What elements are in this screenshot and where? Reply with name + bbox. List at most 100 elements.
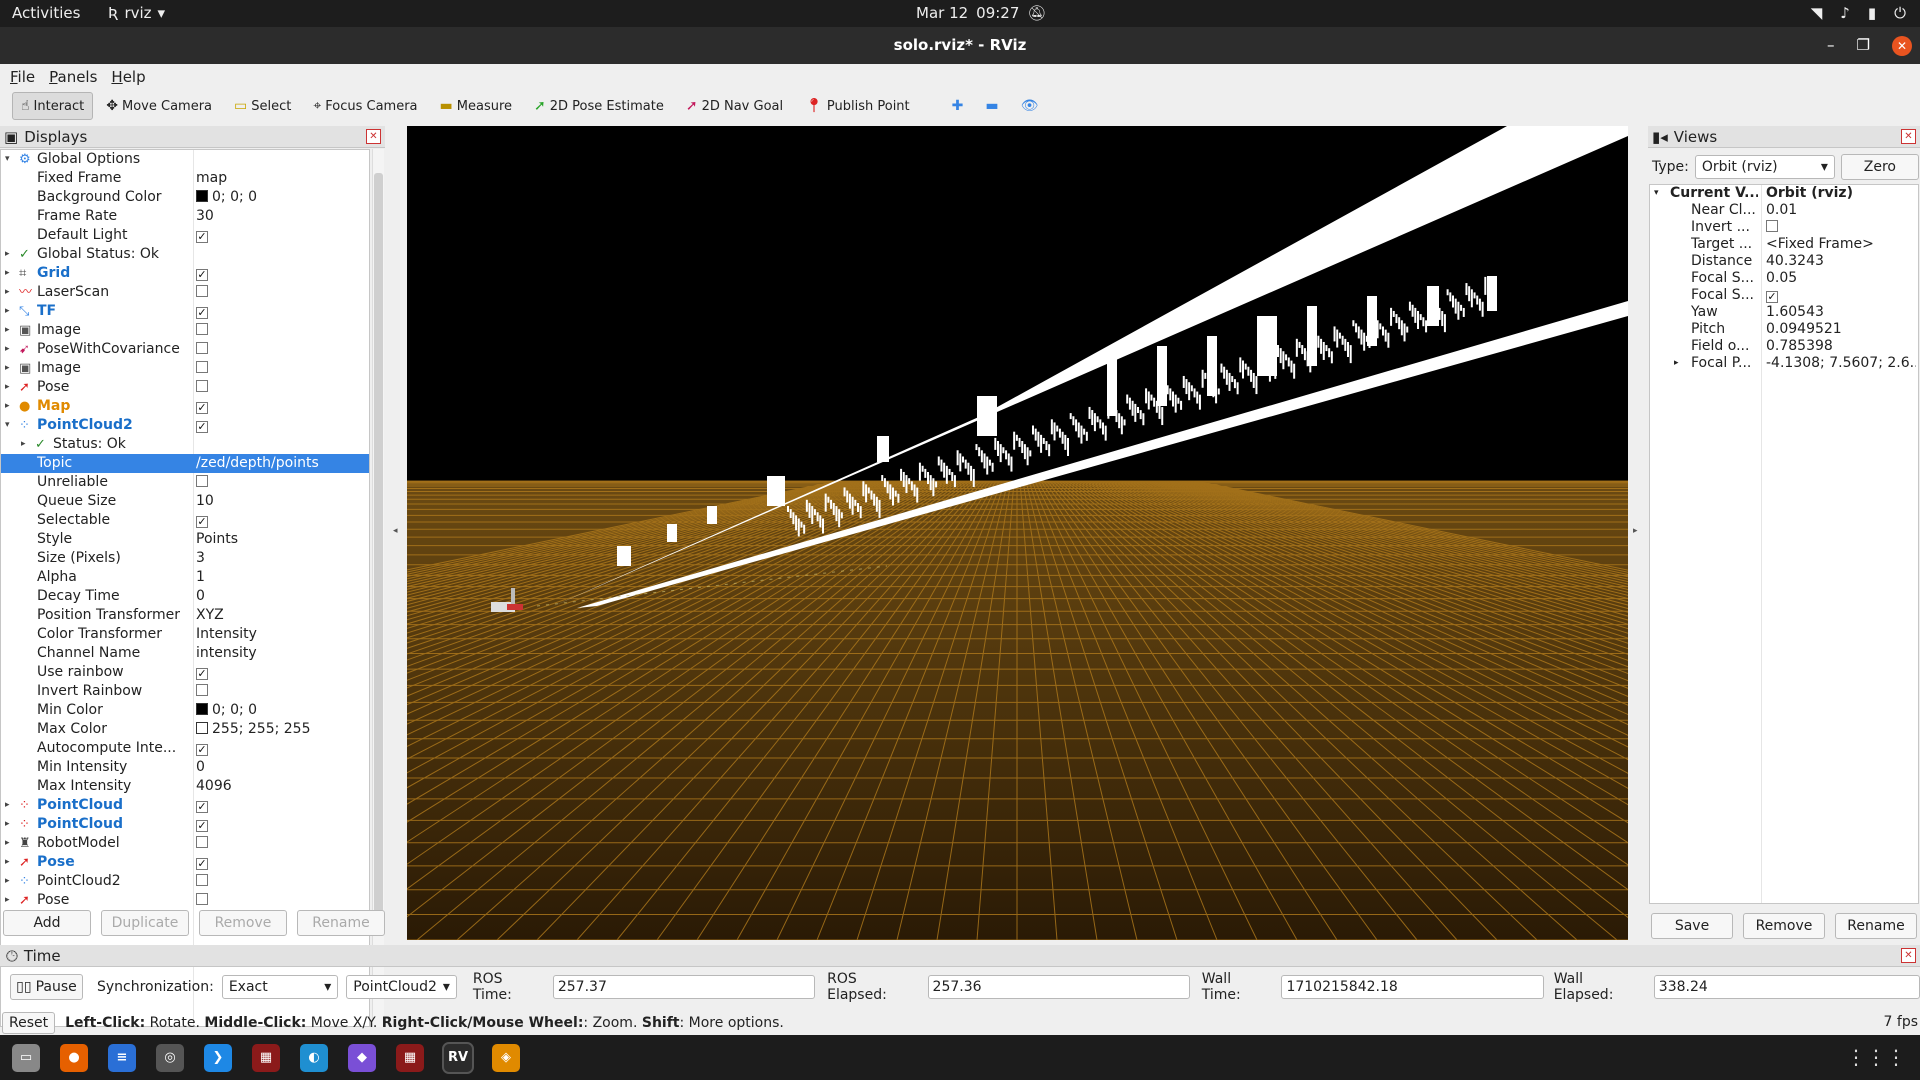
close-icon[interactable]: ✕ [1901,948,1916,963]
color-swatch[interactable] [196,722,208,734]
display-row[interactable]: ▸ ✓ Status: Ok [1,435,369,454]
menu-help[interactable]: Help [111,68,145,86]
display-row[interactable]: Invert Rainbow [1,682,369,701]
duplicate-display-button[interactable]: Duplicate [101,910,189,936]
display-row-value[interactable]: /zed/depth/points [196,454,319,473]
display-row-value[interactable] [196,340,208,359]
display-row[interactable]: Channel Name intensity [1,644,369,663]
collapsed-arrow-icon[interactable]: ▸ [5,321,10,340]
collapsed-arrow-icon[interactable]: ▸ [5,302,10,321]
view-property-row[interactable]: Pitch 0.0949521 [1650,321,1918,338]
collapse-right-icon[interactable]: ▸ [1633,526,1638,536]
pose-estimate-tool-button[interactable]: ➚ 2D Pose Estimate [525,92,673,120]
enable-checkbox[interactable]: ✓ [196,307,208,319]
sync-mode-select[interactable]: Exact ▾ [221,975,339,999]
collapsed-arrow-icon[interactable]: ▸ [5,264,10,283]
display-row[interactable]: ▾ ⁘ PointCloud2 ✓ [1,416,369,435]
collapsed-arrow-icon[interactable]: ▸ [5,891,10,910]
minimize-icon[interactable]: – [1827,27,1835,64]
display-row[interactable]: ▸ ➚ Pose [1,378,369,397]
clock[interactable]: Mar 12 09:27 🔕︎ [916,4,1046,22]
collapsed-arrow-icon[interactable]: ▸ [5,815,10,834]
rename-display-button[interactable]: Rename [297,910,385,936]
remove-tool-button[interactable]: ▬ [976,92,1007,120]
display-row-value[interactable]: ✓ [196,853,208,872]
enable-checkbox[interactable] [196,342,208,354]
display-row-value[interactable]: 0 [196,587,205,606]
select-tool-button[interactable]: ▭ Select [225,92,300,120]
display-row-value[interactable]: 0 [196,758,205,777]
terminal-icon[interactable]: ▦ [396,1043,424,1072]
display-row-value[interactable]: ✓ [196,739,208,758]
collapsed-arrow-icon[interactable]: ▸ [1674,355,1679,372]
color-swatch[interactable] [196,703,208,715]
display-row[interactable]: Topic/zed/depth/points [1,454,369,473]
display-row[interactable]: ▸ ✓ Global Status: Ok [1,245,369,264]
display-row-value[interactable] [196,682,208,701]
view-property-row[interactable]: Field o... 0.785398 [1650,338,1918,355]
enable-checkbox[interactable]: ✓ [196,231,208,243]
ros-elapsed-field[interactable]: 257.36 [927,975,1190,999]
display-row-value[interactable] [196,283,208,302]
display-row-value[interactable] [196,891,208,910]
display-row-value[interactable]: ✓ [196,511,208,530]
display-row[interactable]: ▾ ⚙ Global Options [1,150,369,169]
display-row-value[interactable]: 30 [196,207,214,226]
display-row[interactable]: ▸ ➚ Pose [1,891,369,910]
enable-checkbox[interactable] [196,836,208,848]
property-checkbox[interactable]: ✓ [1766,291,1778,303]
view-property-value[interactable]: <Fixed Frame> [1766,236,1916,253]
property-checkbox[interactable] [1766,220,1778,232]
collapsed-arrow-icon[interactable]: ▸ [5,340,10,359]
enable-checkbox[interactable] [196,285,208,297]
display-row[interactable]: ▸ ▣ Image [1,321,369,340]
displays-scrollbar[interactable] [372,149,384,1027]
view-property-value[interactable] [1766,219,1916,236]
interact-tool-button[interactable]: ☝ Interact [12,92,94,120]
expanded-arrow-icon[interactable]: ▾ [1654,185,1659,202]
terminal-icon[interactable]: ▦ [252,1043,280,1072]
display-row-value[interactable]: ✓ [196,226,208,245]
reset-button[interactable]: Reset [2,1011,56,1034]
save-view-button[interactable]: Save [1651,913,1733,939]
collapsed-arrow-icon[interactable]: ▸ [5,397,10,416]
view-property-row[interactable]: Focal S... 0.05 [1650,270,1918,287]
ros-time-field[interactable]: 257.37 [552,975,816,999]
collapsed-arrow-icon[interactable]: ▸ [5,872,10,891]
display-row-value[interactable] [196,834,208,853]
sync-source-select[interactable]: PointCloud2 ▾ [346,975,457,999]
enable-checkbox[interactable] [196,475,208,487]
enable-checkbox[interactable]: ✓ [196,269,208,281]
view-property-value[interactable]: 1.60543 [1766,304,1916,321]
display-row-value[interactable]: ✓ [196,796,208,815]
display-row-value[interactable]: intensity [196,644,257,663]
display-row[interactable]: ▸ ⁘ PointCloud ✓ [1,796,369,815]
firefox-icon[interactable]: ● [60,1043,88,1072]
display-row[interactable]: ▸ ♜ RobotModel [1,834,369,853]
collapse-left-icon[interactable]: ◂ [393,526,398,536]
display-row[interactable]: Default Light ✓ [1,226,369,245]
display-row[interactable]: ▸ ⌗ Grid ✓ [1,264,369,283]
display-row[interactable]: Size (Pixels) 3 [1,549,369,568]
display-row-value[interactable]: Points [196,530,238,549]
view-property-row[interactable]: Invert ... [1650,219,1918,236]
display-row-value[interactable]: 4096 [196,777,232,796]
edge-icon[interactable]: ◐ [300,1043,328,1072]
view-property-row[interactable]: ▾ Current V... Orbit (rviz) [1650,185,1918,202]
display-row-value[interactable] [196,321,208,340]
views-tree[interactable]: ▾ Current V... Orbit (rviz) Near Cl... 0.01 I… [1649,184,1919,904]
collapsed-arrow-icon[interactable]: ▸ [5,796,10,815]
view-property-row[interactable]: Target ... <Fixed Frame> [1650,236,1918,253]
enable-checkbox[interactable] [196,874,208,886]
app-menu[interactable]: Ʀ rviz ▾ [108,4,165,22]
display-row[interactable]: Frame Rate 30 [1,207,369,226]
text-editor-icon[interactable]: ≡ [108,1043,136,1072]
display-row-value[interactable]: map [196,169,227,188]
display-row-value[interactable]: 10 [196,492,214,511]
display-row[interactable]: Color Transformer Intensity [1,625,369,644]
settings-icon[interactable]: ◎ [156,1043,184,1072]
add-display-button[interactable]: Add [3,910,91,936]
display-row[interactable]: Max Color 255; 255; 255 [1,720,369,739]
expanded-arrow-icon[interactable]: ▾ [5,150,10,169]
display-row[interactable]: Unreliable [1,473,369,492]
